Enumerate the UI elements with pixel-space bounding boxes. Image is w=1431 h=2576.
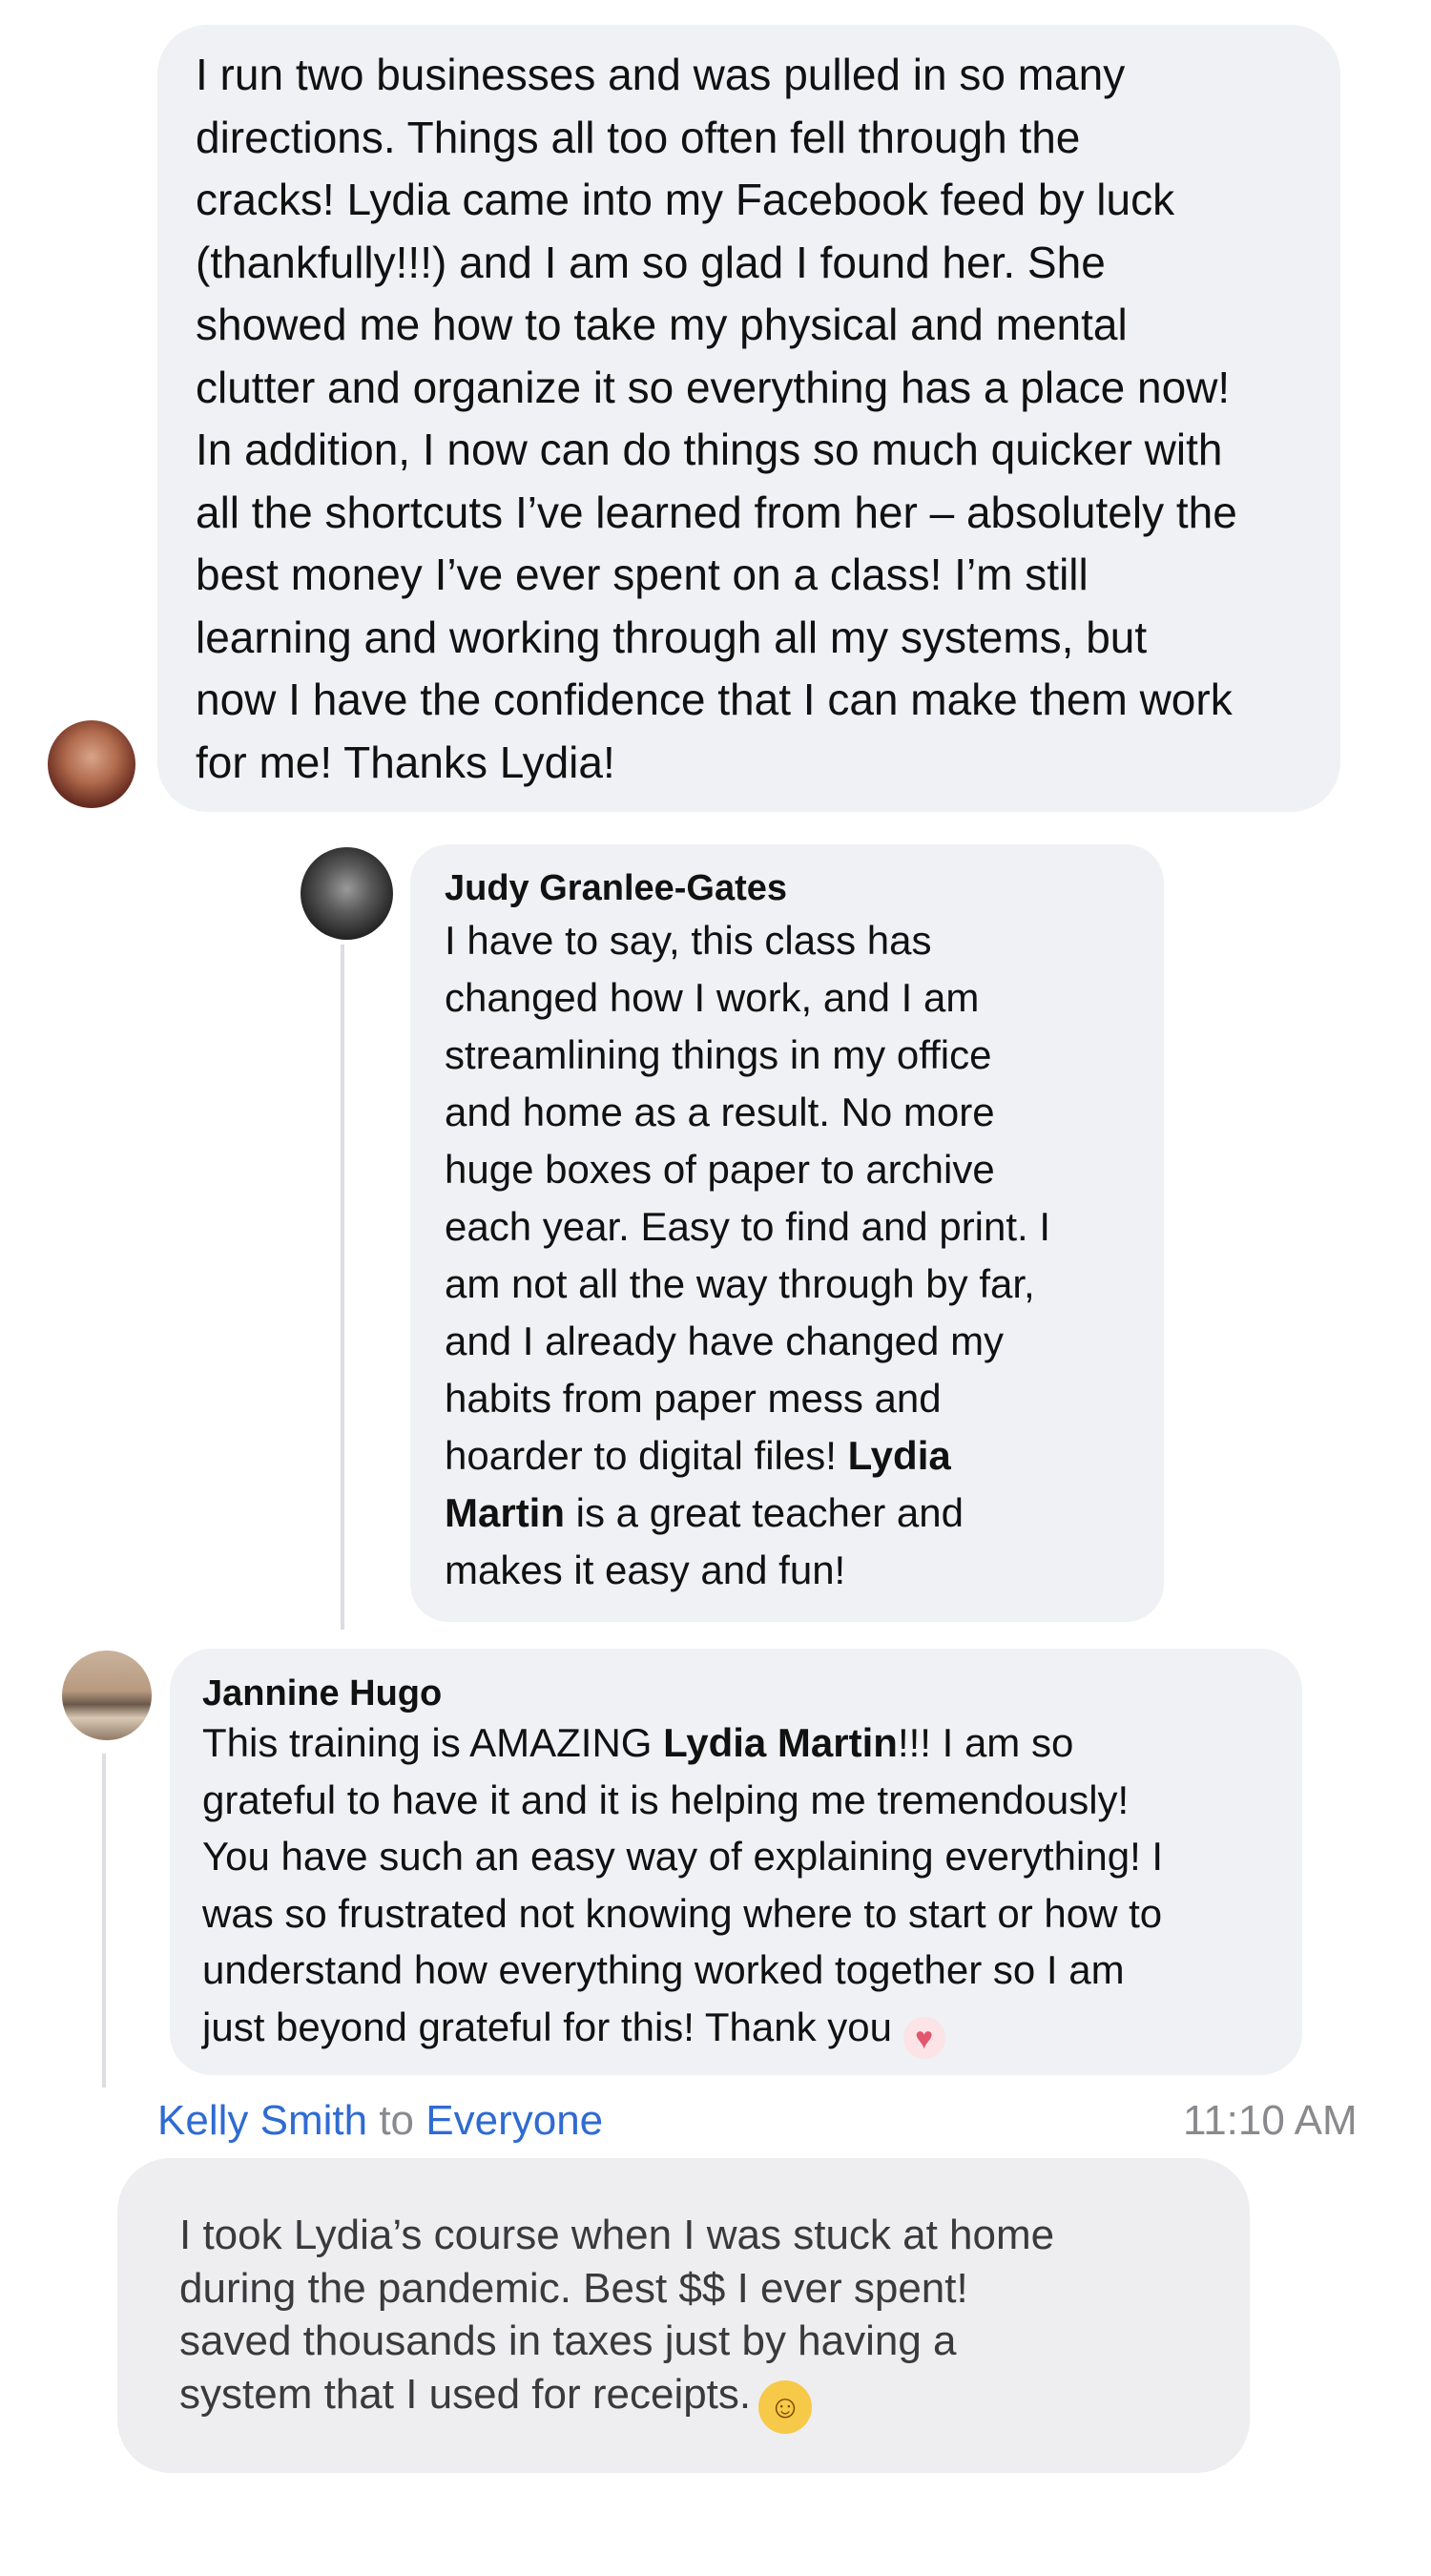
chat-header: Kelly Smith to Everyone <box>157 2095 603 2147</box>
comment-author[interactable]: Judy Granlee-Gates <box>445 866 787 910</box>
thread-line <box>102 1754 106 2088</box>
thread-line <box>341 945 344 1630</box>
chat-timestamp: 11:10 AM <box>1183 2097 1358 2144</box>
comment-text: I have to say, this class has changed ho… <box>445 918 1051 1592</box>
chat-message: I took Lydia’s course when I was stuck a… <box>179 2209 1229 2434</box>
chat-recipient[interactable]: Everyone <box>425 2097 603 2144</box>
avatar[interactable] <box>48 720 135 808</box>
avatar[interactable] <box>301 847 393 940</box>
chat-sender[interactable]: Kelly Smith <box>157 2097 367 2144</box>
grinning-face-icon: ☺ <box>758 2379 813 2434</box>
mention-link[interactable]: Lydia Martin <box>663 1720 898 1765</box>
comment-text: This training is AMAZING Lydia Martin!!!… <box>202 1714 1280 2059</box>
chat-to-label: to <box>379 2097 415 2144</box>
avatar[interactable] <box>62 1651 152 1740</box>
heart-emoji-icon: ♥ <box>902 2016 945 2059</box>
comment-author[interactable]: Jannine Hugo <box>202 1672 442 1715</box>
comment-text: I run two businesses and was pulled in s… <box>196 50 1237 787</box>
